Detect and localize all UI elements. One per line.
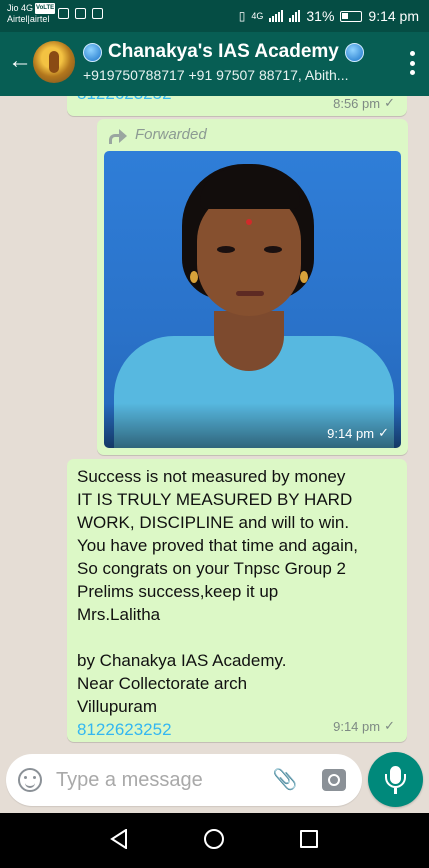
chat-title-text: Chanakya's IAS Academy [108,41,339,62]
vibrate-icon: ▯ [238,9,246,23]
arrow-left-icon[interactable]: ← [6,47,34,75]
chat-header: ← Chanakya's IAS Academy +919750788717 +… [0,32,429,96]
photo-eye [217,246,235,253]
photo-bindi [246,219,252,225]
photo-earring [300,271,308,283]
photo-earring [190,271,198,283]
youtube-icon [58,8,69,19]
message-bubble[interactable]: Success is not measured by money IT IS T… [67,459,407,742]
check-icon: ✓ [378,425,389,440]
message-body: Success is not measured by money IT IS T… [77,467,359,716]
phone-link[interactable]: 8122623252 [77,720,172,739]
clipboard-icon [92,8,103,19]
message-bubble[interactable]: 8122623252 8:56 pm ✓ [67,96,407,116]
forwarded-label: Forwarded [109,126,207,144]
group-avatar[interactable] [33,41,75,83]
carrier-1: Jio 4G [7,3,34,13]
nav-home-icon[interactable] [204,829,224,849]
message-time: 9:14 pm ✓ [333,718,395,734]
globe-icon [344,42,364,62]
message-photo[interactable]: 9:14 pm ✓ [104,151,401,448]
photo-face [197,191,301,316]
photo-mouth [236,291,264,296]
emoji-icon[interactable] [18,768,42,792]
phone-link[interactable]: 8122623252 [77,96,172,104]
chat-title: Chanakya's IAS Academy [83,41,388,63]
message-composer: 📎 [6,754,362,806]
globe-icon [83,42,102,62]
status-right: ▯ 4G 31% 9:14 pm [239,8,419,24]
notification-icons [58,8,103,19]
signal-icon [269,10,284,22]
signal-icon-2 [289,10,301,22]
battery-percent: 31% [306,8,335,24]
check-icon: ✓ [384,96,395,110]
network-type: 4G [251,11,264,21]
timestamp: 9:14 pm [327,425,375,441]
nav-recents-icon[interactable] [300,830,318,848]
message-icon [75,8,86,19]
photo-eye [264,246,282,253]
chat-title-area[interactable]: Chanakya's IAS Academy +919750788717 +91… [83,41,388,83]
system-nav-bar [0,813,429,868]
chat-subtitle: +919750788717 +91 97507 88717, Abith... [83,67,349,83]
clock: 9:14 pm [368,8,419,24]
volte-badge: VoLTE [35,3,56,14]
message-input[interactable] [56,768,226,792]
forward-icon [109,128,127,144]
timestamp: 8:56 pm [333,96,381,111]
message-time: 8:56 pm ✓ [333,96,395,111]
message-bubble-image[interactable]: Forwarded 9:14 pm ✓ [97,119,408,455]
battery-icon [340,10,363,22]
timestamp: 9:14 pm [333,718,381,734]
carrier-info: Jio 4G VoLTE Airtel|airtel [7,3,56,25]
microphone-icon[interactable] [368,752,423,807]
message-time: 9:14 pm ✓ [327,425,389,441]
more-vert-icon[interactable] [407,51,417,75]
nav-back-icon[interactable] [110,829,128,849]
forwarded-text: Forwarded [135,126,207,143]
message-list[interactable]: 8122623252 8:56 pm ✓ Forwarded 9:14 pm [0,96,429,748]
paperclip-icon[interactable]: 📎 [272,767,298,793]
check-icon: ✓ [384,718,395,733]
carrier-2: Airtel|airtel [7,14,50,24]
message-text-block: Success is not measured by money IT IS T… [77,465,402,741]
camera-icon[interactable] [322,769,346,791]
status-bar: Jio 4G VoLTE Airtel|airtel ▯ 4G 31% 9:14… [0,0,429,32]
photo-hair-top [200,169,300,209]
